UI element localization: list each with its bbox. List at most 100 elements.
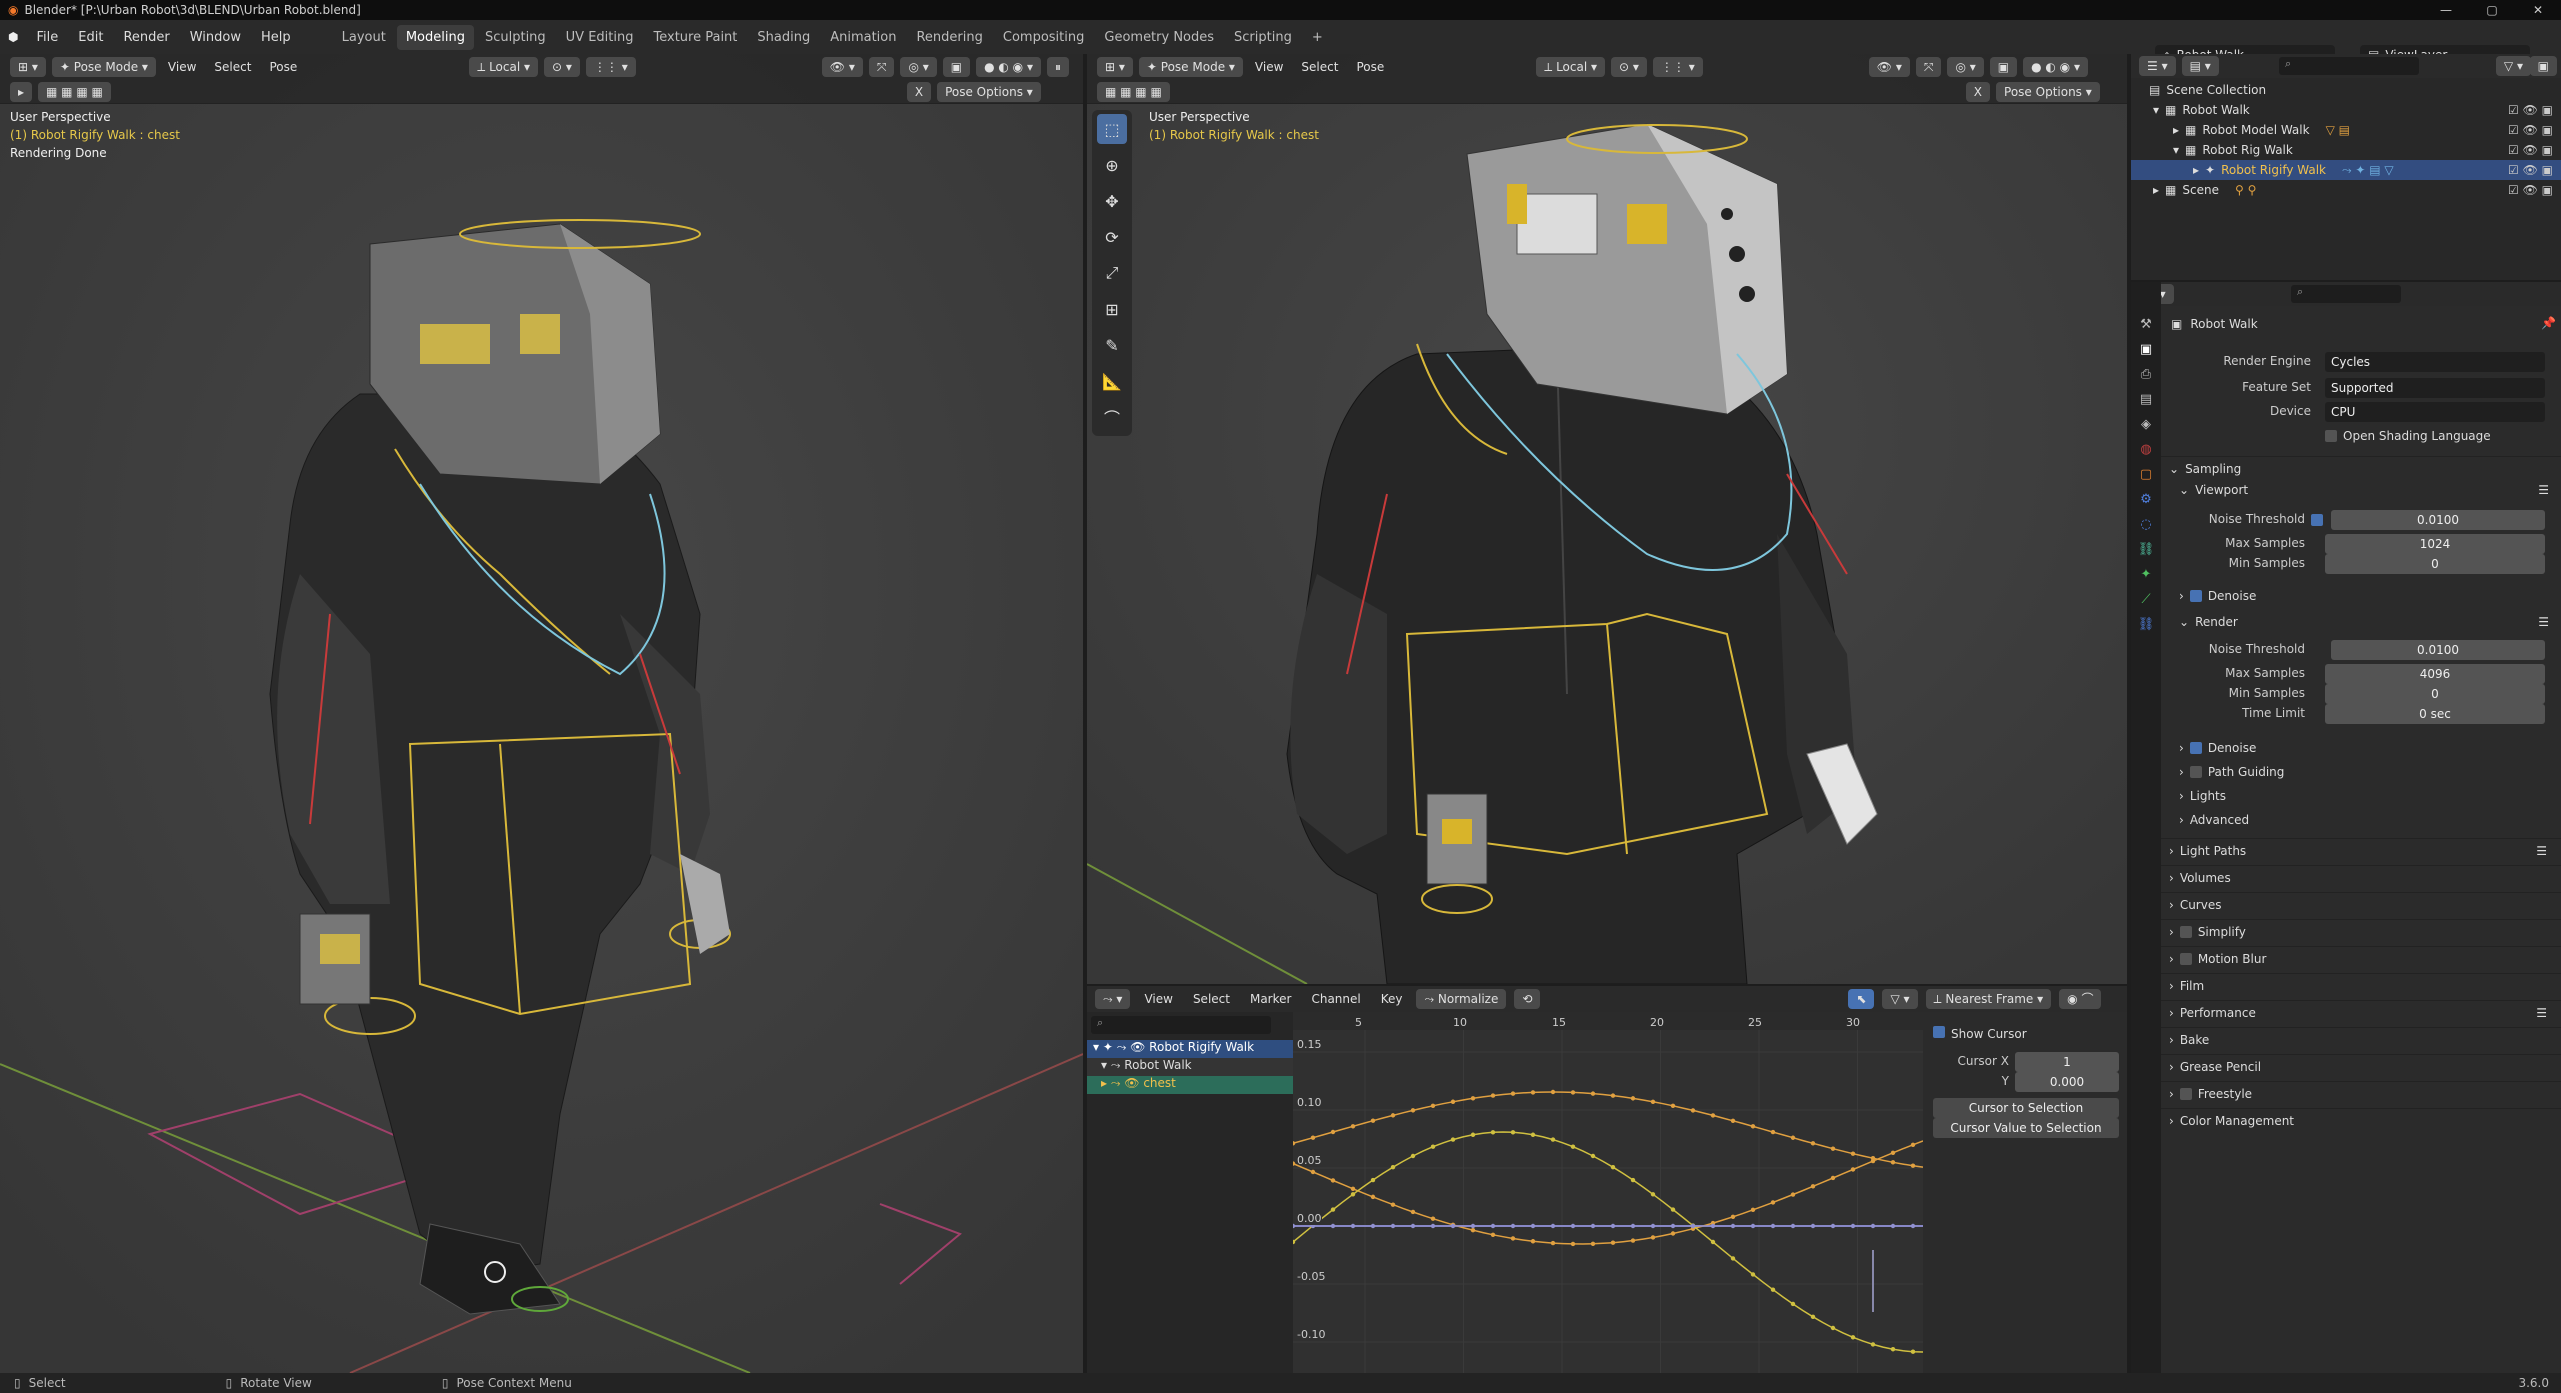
snap-button[interactable]: ⋮⋮ ▾ (585, 56, 636, 77)
graph-select-menu[interactable]: Select (1187, 992, 1236, 1006)
graph-plot[interactable] (1293, 1012, 1923, 1373)
pose-options-dropdown[interactable]: Pose Options ▾ (1996, 81, 2100, 102)
minimize-button[interactable]: — (2423, 0, 2469, 20)
selection-mode-buttons[interactable]: ▦ ▦ ▦ ▦ (38, 81, 111, 102)
sampling-panel-header[interactable]: ⌄ Sampling (2161, 456, 2561, 480)
r-max-field[interactable]: 4096 (2325, 664, 2545, 684)
visibility-toggles[interactable]: ☑ 👁 ▣ (2508, 143, 2553, 157)
auto-normalize-button[interactable]: ⟲ (1514, 989, 1541, 1009)
render-subpanel-header[interactable]: ⌄ Render ☰ (2179, 612, 2549, 632)
tab-geometry-nodes[interactable]: Geometry Nodes (1095, 25, 1223, 50)
panel-curves[interactable]: › Curves (2161, 892, 2561, 916)
modifier-tab-icon[interactable]: ⚙ (2140, 492, 2152, 507)
vp-max-field[interactable]: 1024 (2325, 534, 2545, 554)
physics-tab-icon[interactable]: ◌ (2140, 517, 2151, 532)
graph-marker-menu[interactable]: Marker (1244, 992, 1297, 1006)
tab-modeling[interactable]: Modeling (396, 24, 474, 50)
r-noise-field[interactable]: 0.0100 (2331, 640, 2545, 660)
normalize-toggle[interactable]: ⤳ Normalize (1416, 989, 1507, 1009)
tool-tab-icon[interactable]: ⚒ (2140, 317, 2152, 332)
outliner-row-robot-model-walk[interactable]: ▸ ▦ Robot Model Walk ▽ ▤ ☑ 👁 ▣ (2131, 120, 2561, 140)
overlay-button[interactable]: ◎ ▾ (900, 56, 937, 77)
expand-icon[interactable]: ▾ (2153, 103, 2159, 117)
proportional-edit-button[interactable]: ◉ ⌒ (2059, 989, 2102, 1009)
denoise-viewport-subpanel[interactable]: › Denoise (2179, 586, 2256, 606)
freestyle-checkbox[interactable] (2179, 1087, 2192, 1100)
snap-button[interactable]: ⋮⋮ ▾ (1652, 56, 1703, 77)
tab-scripting[interactable]: Scripting (1225, 25, 1301, 50)
transform-orientation-dropdown[interactable]: ⟂ Local ▾ (1536, 56, 1606, 77)
tab-uv-editing[interactable]: UV Editing (557, 25, 643, 50)
panel-motion-blur[interactable]: › Motion Blur (2161, 946, 2561, 970)
list-icon[interactable]: ☰ (2538, 615, 2549, 629)
vp-min-field[interactable]: 0 (2325, 554, 2545, 574)
blender-menu-icon[interactable]: ⬢ (8, 30, 18, 44)
bone-constraint-tab-icon[interactable]: ⛓ (2138, 617, 2155, 632)
maximize-button[interactable]: ▢ (2469, 0, 2515, 20)
pose-relax-tool-icon[interactable]: ⌒ (1097, 402, 1127, 432)
tab-sculpting[interactable]: Sculpting (476, 25, 555, 50)
tab-rendering[interactable]: Rendering (907, 25, 991, 50)
cursor-value-to-selection-button[interactable]: Cursor Value to Selection (1933, 1118, 2119, 1138)
gizmo-button[interactable]: ⤧ (1915, 56, 1942, 77)
rotate-tool-icon[interactable]: ⟳ (1097, 222, 1127, 252)
simplify-checkbox[interactable] (2179, 925, 2192, 938)
denoise-viewport-checkbox[interactable] (2189, 590, 2202, 602)
path-guiding-subpanel[interactable]: › Path Guiding (2179, 762, 2284, 782)
x-mirror-button[interactable]: X (1965, 81, 1991, 102)
graph-key-menu[interactable]: Key (1375, 992, 1409, 1006)
constraint-tab-icon[interactable]: ⛓ (2138, 542, 2155, 557)
osl-checkbox[interactable] (2325, 430, 2337, 442)
tab-layout[interactable]: Layout (333, 25, 395, 50)
editor-type-button[interactable]: ⊞ ▾ (1097, 56, 1133, 77)
overlay-button[interactable]: ◎ ▾ (1947, 56, 1984, 77)
close-button[interactable]: ✕ (2515, 0, 2561, 20)
world-tab-icon[interactable]: ◍ (2140, 442, 2151, 457)
selection-mode-buttons[interactable]: ▦ ▦ ▦ ▦ (1097, 81, 1170, 102)
graph-view-menu[interactable]: View (1138, 992, 1178, 1006)
tab-animation[interactable]: Animation (821, 25, 905, 50)
output-tab-icon[interactable]: ⎙ (2141, 367, 2151, 382)
tab-shading[interactable]: Shading (748, 25, 819, 50)
path-guiding-checkbox[interactable] (2189, 766, 2202, 778)
panel-grease-pencil[interactable]: › Grease Pencil (2161, 1054, 2561, 1078)
lights-subpanel[interactable]: › Lights (2179, 786, 2226, 806)
r-time-field[interactable]: 0 sec (2325, 704, 2545, 724)
gizmo-button[interactable]: ⤧ (868, 56, 895, 77)
xray-button[interactable]: ▣ (942, 56, 971, 77)
render-engine-dropdown[interactable]: Cycles (2325, 352, 2545, 372)
channel-row-object[interactable]: ▾ ✦ ⤳ 👁 Robot Rigify Walk (1087, 1040, 1293, 1058)
x-mirror-button[interactable]: X (906, 81, 932, 102)
graph-editor[interactable]: ⤳ ▾ View Select Marker Channel Key ⤳ Nor… (1087, 986, 2127, 1373)
annotate-tool-icon[interactable]: ✎ (1097, 330, 1127, 360)
menu-window[interactable]: Window (182, 27, 249, 48)
new-collection-button[interactable]: ▣ (2529, 56, 2557, 76)
panel-freestyle[interactable]: › Freestyle (2161, 1081, 2561, 1105)
visibility-button[interactable]: 👁 ▾ (1868, 56, 1910, 77)
filter-button[interactable]: ▽ ▾ (2495, 56, 2531, 76)
transform-orientation-dropdown[interactable]: ⟂ Local ▾ (469, 56, 539, 77)
list-icon[interactable]: ☰ (2536, 844, 2547, 858)
vp-noise-field[interactable]: 0.0100 (2331, 510, 2545, 530)
display-mode-button[interactable]: ▤ ▾ (2181, 56, 2219, 76)
properties-search[interactable]: ⌕ (2291, 285, 2401, 303)
tab-compositing[interactable]: Compositing (994, 25, 1094, 50)
pause-render-button[interactable]: ⏸ (1047, 56, 1070, 77)
data-tab-icon[interactable]: ✦ (2141, 567, 2152, 582)
transform-tool-icon[interactable]: ⊞ (1097, 294, 1127, 324)
move-tool-icon[interactable]: ✥ (1097, 186, 1127, 216)
viewport-subpanel-header[interactable]: ⌄ Viewport ☰ (2179, 480, 2549, 500)
menu-render[interactable]: Render (115, 27, 177, 48)
tab-texture-paint[interactable]: Texture Paint (645, 25, 747, 50)
visibility-button[interactable]: 👁 ▾ (821, 56, 863, 77)
view-menu[interactable]: View (162, 60, 202, 74)
pivot-button[interactable]: ⊙ ▾ (1611, 56, 1647, 77)
expand-icon[interactable]: ▸ (2153, 183, 2159, 197)
channel-search[interactable]: ⌕ (1091, 1016, 1271, 1034)
shading-solid-button[interactable]: ● ◐ ◉ ▾ (976, 56, 1041, 77)
show-cursor-checkbox[interactable] (1933, 1026, 1945, 1038)
feature-set-dropdown[interactable]: Supported (2325, 378, 2545, 398)
outliner-row-robot-walk[interactable]: ▾ ▦ Robot Walk ☑ 👁 ▣ (2131, 100, 2561, 120)
outliner-row-robot-rig-walk[interactable]: ▾ ▦ Robot Rig Walk ☑ 👁 ▣ (2131, 140, 2561, 160)
pose-menu[interactable]: Pose (1350, 60, 1390, 74)
